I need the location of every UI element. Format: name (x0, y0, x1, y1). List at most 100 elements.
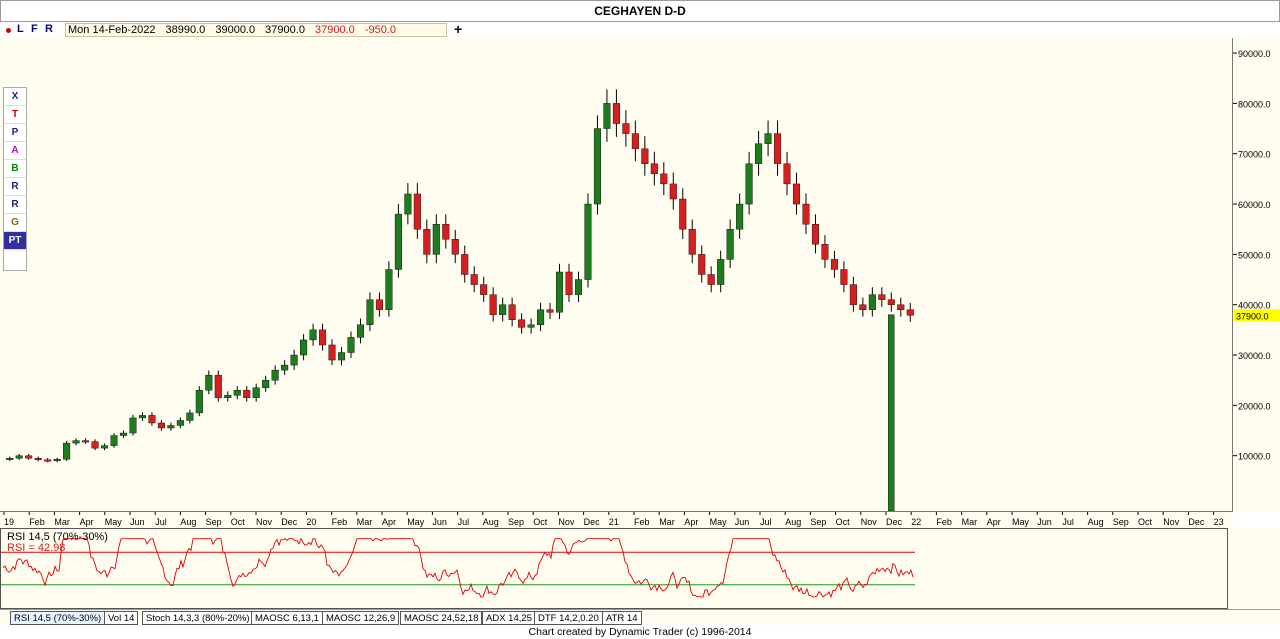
drawing-tools: X T P A B R R G PT (3, 87, 27, 271)
date-tick-label: Sep (508, 517, 524, 527)
tool-close-icon[interactable]: X (4, 88, 26, 106)
price-tick-label: 90000.0 (1238, 49, 1271, 59)
candle-down (859, 304, 867, 310)
candle-up (6, 457, 14, 460)
date-tick-label: Nov (861, 517, 878, 527)
candle-down (669, 183, 677, 200)
price-tick-label: 40000.0 (1238, 301, 1271, 311)
candle-up (72, 440, 80, 444)
candle-up (764, 133, 772, 144)
candle-down (679, 198, 687, 230)
info-date: Mon 14-Feb-2022 (68, 24, 156, 36)
candle-down (887, 299, 895, 305)
tab-atr[interactable]: ATR 14 (602, 611, 642, 625)
date-tick-label: Apr (684, 517, 698, 527)
candle-up (252, 387, 260, 398)
candle-down (375, 299, 383, 310)
candle-down (470, 274, 478, 285)
price-chart[interactable] (0, 38, 1233, 511)
date-axis: 19 Feb Mar Apr May Jun Jul Aug Sep Oct Nov Dec 20 Feb… (0, 511, 1233, 528)
tab-maosc-6[interactable]: MAOSC 6,13,1 (251, 611, 323, 625)
toolbar-letter-f[interactable]: F (31, 23, 38, 35)
candle-up (271, 369, 279, 381)
tab-maosc-12[interactable]: MAOSC 12,26,9 (322, 611, 400, 625)
candle-up (262, 379, 270, 388)
candle-down (688, 229, 696, 255)
candle-up (556, 271, 564, 313)
candle-down (157, 422, 165, 429)
candle-up (394, 213, 402, 270)
candle-down (783, 163, 791, 185)
toolbar-letter-l[interactable]: L (17, 23, 24, 35)
tool-trendline-icon[interactable]: T (4, 106, 26, 124)
date-tick-label: Aug (1088, 517, 1104, 527)
candle-up (404, 193, 412, 215)
date-tick-label: Jul (155, 517, 167, 527)
tool-andrews-icon[interactable]: A (4, 142, 26, 160)
candle-down (698, 254, 706, 275)
candle-down (214, 374, 222, 398)
candle-up (53, 458, 61, 461)
tool-retracement-icon[interactable]: R (4, 178, 26, 196)
candle-up (176, 420, 184, 426)
candle-down (897, 304, 905, 310)
info-open: 38990.0 (165, 24, 206, 36)
date-tick-label: Dec (281, 517, 298, 527)
tool-gann-icon[interactable]: G (4, 214, 26, 232)
candle-down (821, 244, 829, 260)
tool-time-projection-icon[interactable]: PT (4, 232, 26, 250)
date-tick-label: Jun (432, 517, 447, 527)
candle-up (290, 354, 298, 366)
date-tick-label: Mar (962, 517, 978, 527)
tab-adx[interactable]: ADX 14,25 (482, 611, 536, 625)
rsi-panel[interactable]: RSI 14,5 (70%-30%) RSI = 42.98 (0, 528, 1228, 609)
candle-up (888, 314, 895, 511)
candle-up (537, 309, 545, 326)
tool-fib-icon[interactable]: B (4, 160, 26, 178)
candle-down (830, 259, 838, 270)
candle-down (148, 415, 156, 424)
candle-down (44, 459, 52, 462)
price-tick-label: 30000.0 (1238, 351, 1271, 361)
candle-up (366, 299, 374, 326)
date-tick-label: Oct (836, 517, 851, 527)
indicator-tabs: RSI 14,5 (70%-30%) Vol 14 Stoch 14,3,3 (… (0, 609, 1280, 625)
candle-down (802, 203, 810, 225)
candle-down (413, 193, 421, 230)
candle-up (186, 412, 194, 421)
date-tick-label: Aug (180, 517, 196, 527)
toolbar-letter-r[interactable]: R (45, 23, 53, 35)
tool-ratio-icon[interactable]: R (4, 196, 26, 214)
candle-down (423, 229, 431, 255)
candle-up (584, 203, 592, 280)
date-tick-label: Sep (206, 517, 222, 527)
date-tick-label: 23 (1214, 517, 1224, 527)
tab-vol[interactable]: Vol 14 (104, 611, 139, 625)
date-tick-label: Aug (785, 517, 801, 527)
candle-down (489, 294, 497, 315)
tab-dtf[interactable]: DTF 14,2,0.20 (534, 611, 603, 625)
tool-parallel-icon[interactable]: P (4, 124, 26, 142)
tab-maosc-24[interactable]: MAOSC 24,52,18 (400, 611, 483, 625)
candle-up (101, 445, 109, 449)
candle-up (129, 417, 137, 434)
info-close: 37900.0 (315, 24, 355, 36)
candle-down (792, 183, 801, 205)
add-icon[interactable]: + (454, 21, 462, 37)
candle-up (603, 103, 611, 129)
tab-stoch[interactable]: Stoch 14,3,3 (80%-20%) (142, 611, 254, 625)
tab-rsi[interactable]: RSI 14,5 (70%-30%) (10, 611, 106, 625)
date-tick-label: Jun (735, 517, 750, 527)
candle-up (726, 229, 734, 260)
date-axis-svg: 19 Feb Mar Apr May Jun Jul Aug Sep Oct Nov Dec 20 Feb… (3, 512, 1224, 527)
date-tick-label: Dec (1188, 517, 1205, 527)
candle-down (878, 294, 886, 300)
date-tick-label: Jun (1037, 517, 1052, 527)
date-tick-label: Apr (382, 517, 396, 527)
price-tick-label: 80000.0 (1238, 99, 1271, 109)
candle-down (480, 284, 488, 295)
record-dot-icon[interactable] (6, 28, 11, 33)
price-tick-label: 50000.0 (1238, 250, 1271, 260)
candle-down (811, 223, 819, 245)
candle-down (849, 284, 857, 305)
